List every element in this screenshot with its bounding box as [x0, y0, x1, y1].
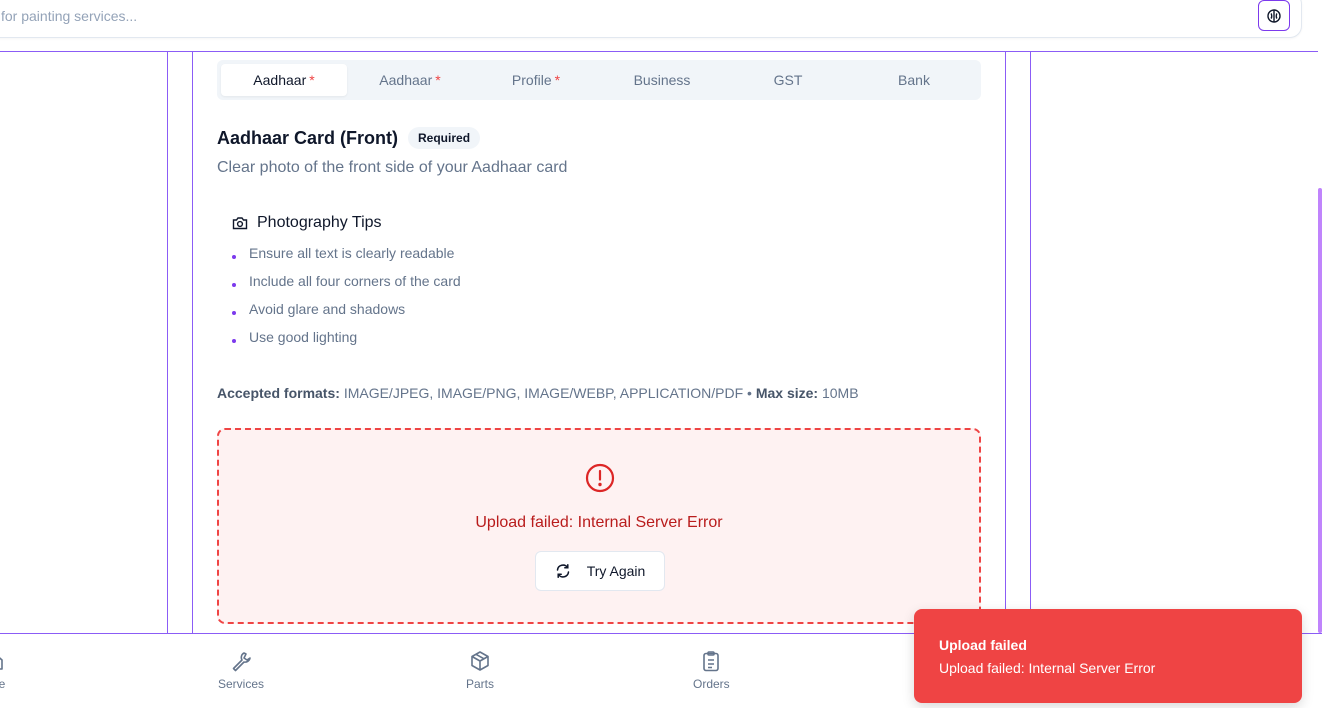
clipboard-list-icon: [703, 651, 720, 672]
bullet-dot: [232, 311, 236, 315]
document-title-row: Aadhaar Card (Front) Required: [217, 127, 481, 149]
home-icon: [0, 657, 3, 670]
required-badge: Required: [408, 127, 481, 149]
guide-line-top: [0, 51, 1318, 52]
tip-item: Use good lighting: [232, 329, 357, 345]
brain-button[interactable]: [1258, 0, 1290, 31]
tab-business[interactable]: Business: [599, 64, 725, 96]
wrench-icon: [232, 652, 251, 672]
guide-line-left-outer: [167, 51, 168, 634]
bullet-dot: [232, 339, 236, 343]
search-input[interactable]: for painting services...: [1, 8, 137, 24]
refresh-icon: [556, 564, 569, 578]
tips-title: Photography Tips: [257, 214, 382, 231]
try-again-button[interactable]: Try Again: [535, 551, 665, 591]
toast-message: Upload failed: Internal Server Error: [939, 660, 1156, 676]
package-icon: [471, 651, 489, 671]
alert-circle-icon: [585, 463, 615, 493]
guide-line-right-inner: [1005, 51, 1006, 634]
document-tabs: Aadhaar * Aadhaar * Profile * Business GST …: [217, 60, 981, 100]
guide-line-left-inner: [192, 51, 193, 634]
bullet-dot: [232, 255, 236, 259]
upload-error-message: Upload failed: Internal Server Error: [475, 514, 723, 531]
scrollbar-thumb[interactable]: [1318, 188, 1322, 633]
tab-aadhaar-front[interactable]: Aadhaar *: [221, 64, 347, 96]
tab-gst[interactable]: GST: [725, 64, 851, 96]
nav-orders[interactable]: Orders: [693, 650, 730, 691]
tab-profile[interactable]: Profile *: [473, 64, 599, 96]
error-toast[interactable]: Upload failed Upload failed: Internal Se…: [914, 609, 1302, 703]
tip-item: Ensure all text is clearly readable: [232, 245, 454, 261]
guide-line-right-outer: [1030, 51, 1031, 634]
brain-icon: [1267, 8, 1281, 23]
camera-icon: [232, 217, 248, 230]
nav-services[interactable]: Services: [218, 650, 264, 691]
nav-parts[interactable]: Parts: [466, 650, 494, 691]
tips-heading: Photography Tips: [232, 214, 382, 232]
tab-bank[interactable]: Bank: [851, 64, 977, 96]
tip-item: Include all four corners of the card: [232, 273, 461, 289]
document-description: Clear photo of the front side of your Aa…: [217, 159, 568, 176]
upload-dropzone[interactable]: Upload failed: Internal Server Error Try…: [217, 428, 981, 624]
tip-item: Avoid glare and shadows: [232, 301, 405, 317]
search-bar[interactable]: for painting services...: [0, 0, 1302, 38]
accepted-formats: Accepted formats: IMAGE/JPEG, IMAGE/PNG,…: [217, 385, 859, 401]
toast-title: Upload failed: [939, 637, 1027, 653]
nav-home[interactable]: ome: [0, 650, 5, 691]
bullet-dot: [232, 283, 236, 287]
tab-aadhaar-back[interactable]: Aadhaar *: [347, 64, 473, 96]
document-title: Aadhaar Card (Front): [217, 127, 399, 148]
try-again-label: Try Again: [586, 563, 646, 579]
